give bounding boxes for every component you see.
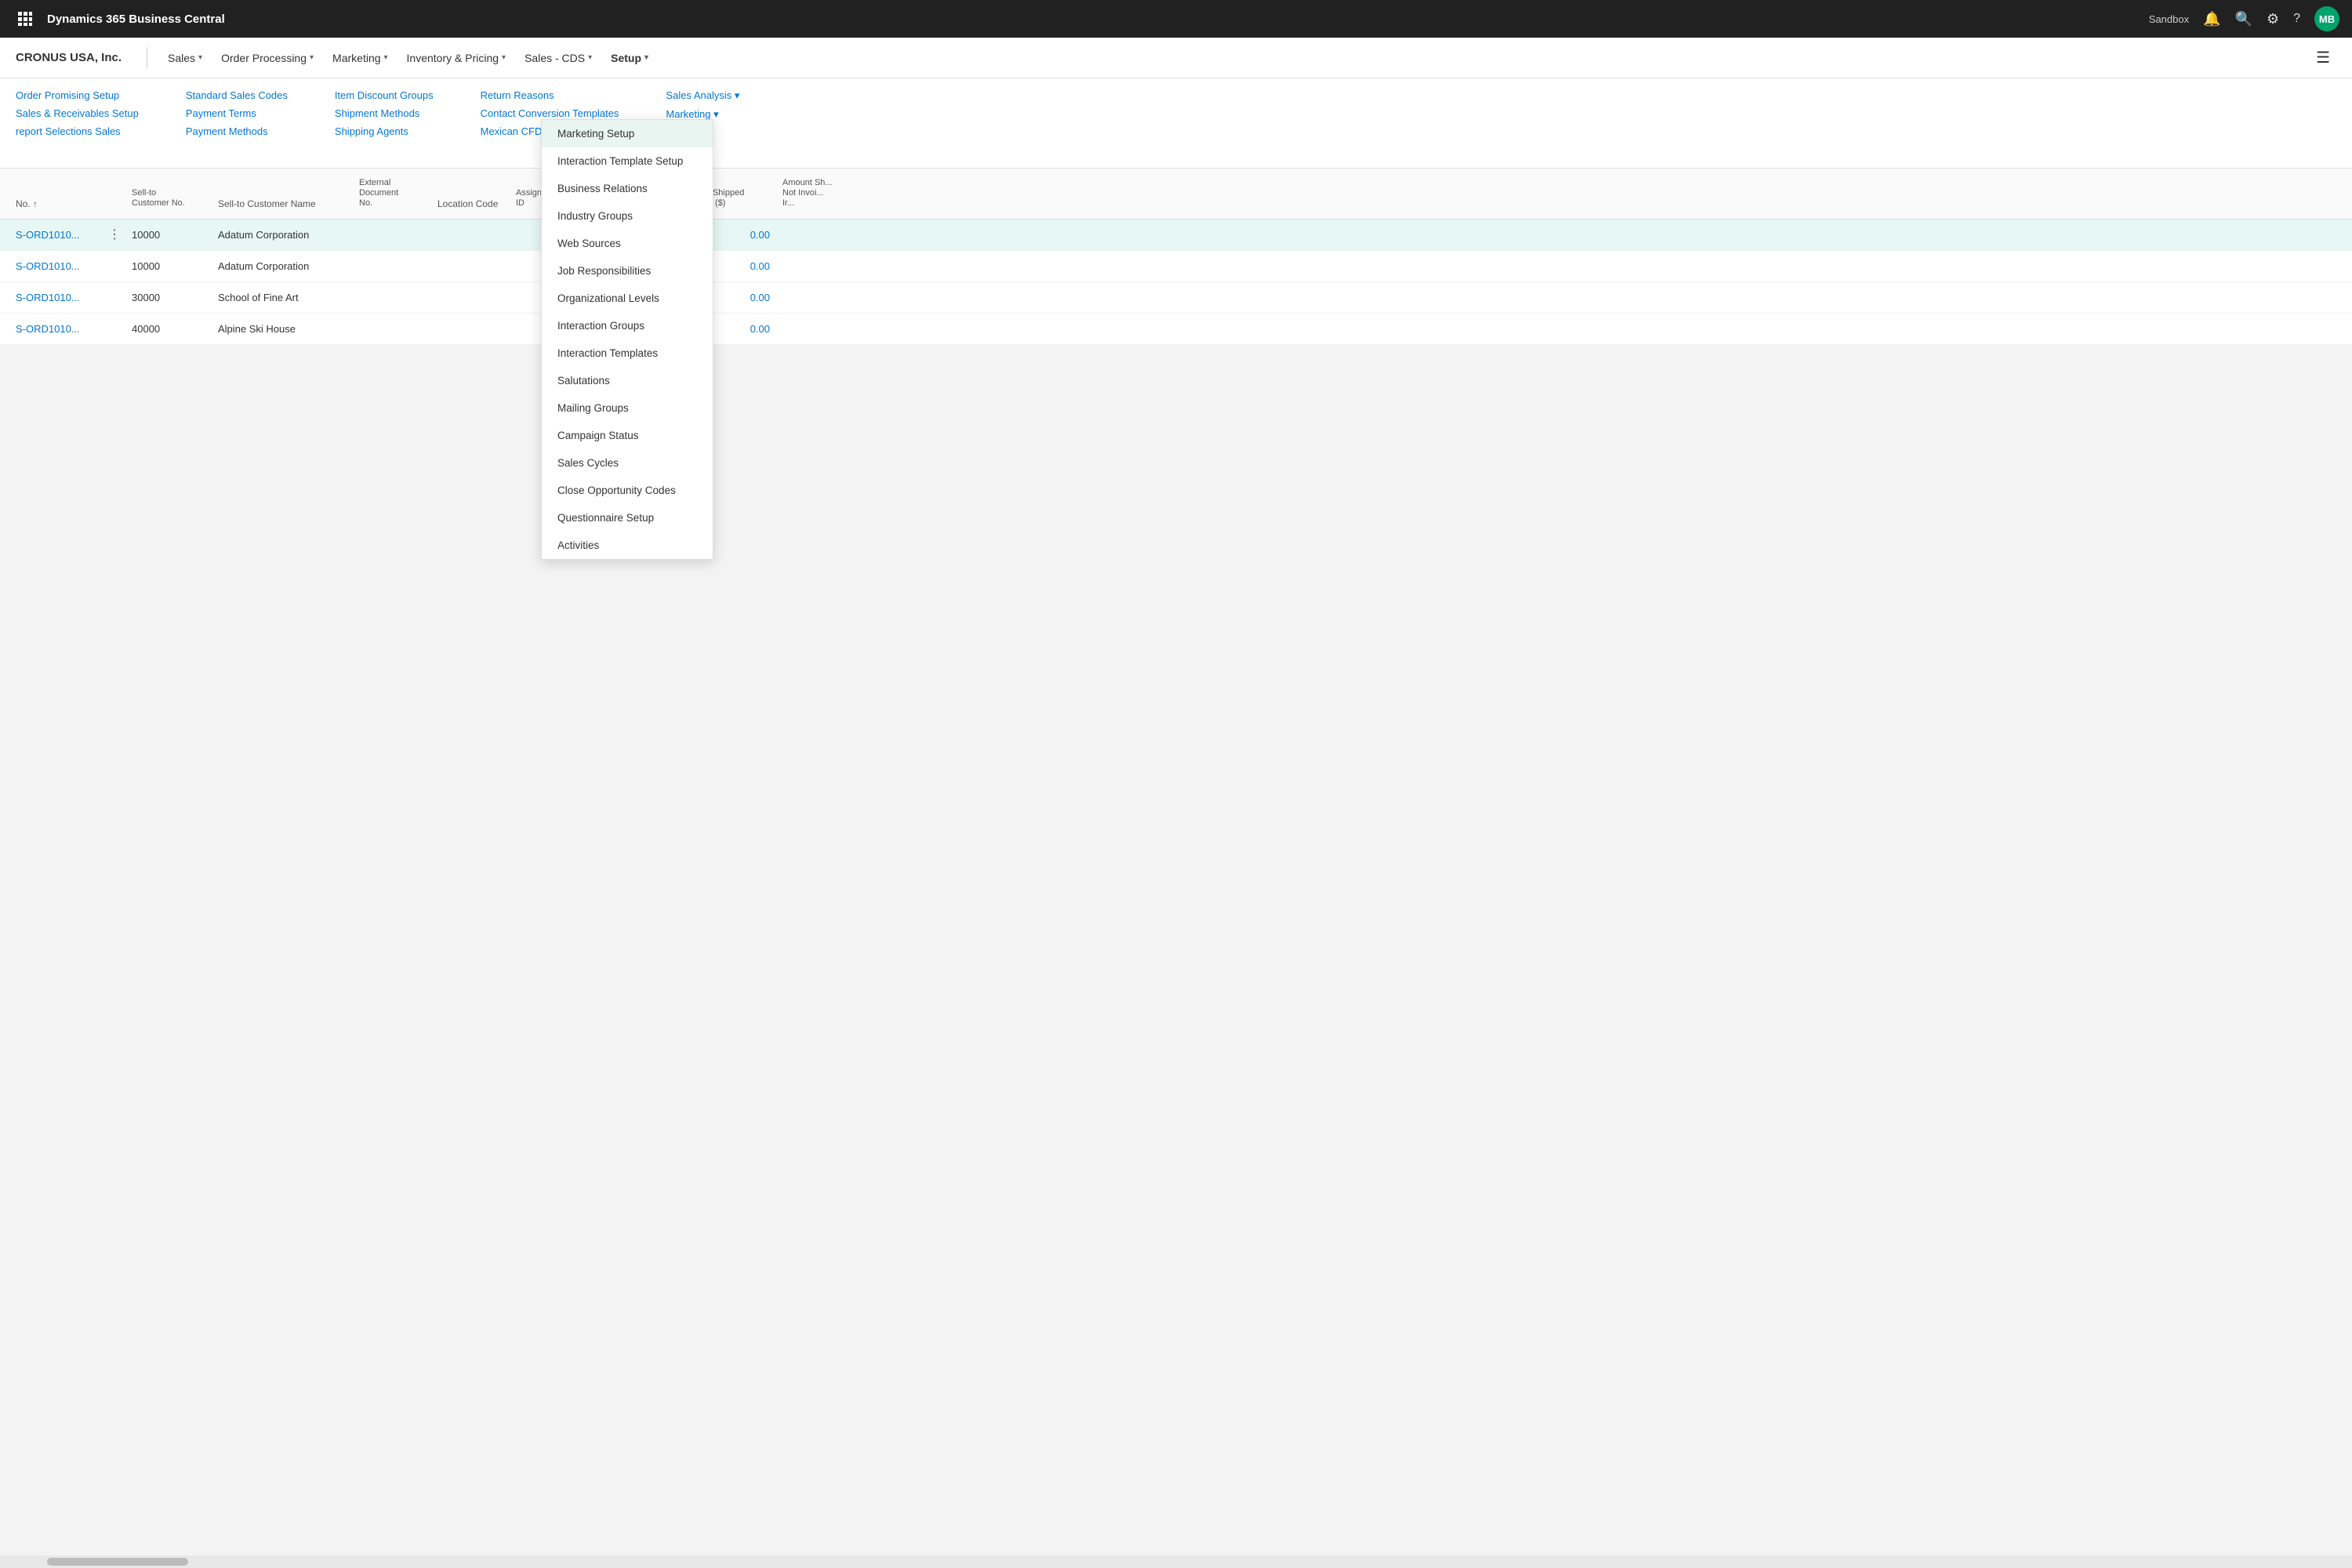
col-header-ext-doc[interactable]: ExternalDocumentNo. (353, 175, 431, 212)
order-no[interactable]: S-ORD1010... (9, 323, 103, 335)
sell-to-no: 10000 (125, 260, 212, 272)
col-header-loc-code[interactable]: Location Code (431, 195, 510, 212)
customer-name: Adatum Corporation (212, 260, 353, 272)
order-no[interactable]: S-ORD1010... (9, 292, 103, 303)
table-header: No. ↑ Sell-toCustomer No. Sell-to Custom… (0, 169, 2352, 220)
customer-name: School of Fine Art (212, 292, 353, 303)
link-standard-sales-codes[interactable]: Standard Sales Codes (186, 89, 288, 101)
secondary-nav: CRONUS USA, Inc. Sales ▾ Order Processin… (0, 38, 2352, 78)
nav-order-processing[interactable]: Order Processing ▾ (213, 49, 321, 67)
chevron-down-icon: ▾ (644, 53, 648, 62)
link-sales-analysis[interactable]: Sales Analysis ▾ (666, 89, 739, 102)
link-report-selections-sales[interactable]: report Selections Sales (16, 125, 139, 137)
user-avatar[interactable]: MB (2314, 6, 2339, 31)
link-return-reasons[interactable]: Return Reasons (481, 89, 619, 101)
link-payment-methods[interactable]: Payment Methods (186, 125, 288, 137)
sell-to-no: 10000 (125, 229, 212, 241)
order-no[interactable]: S-ORD1010... (9, 229, 103, 241)
chevron-down-icon: ▾ (588, 53, 592, 62)
mega-menu: Order Promising Setup Sales & Receivable… (0, 78, 2352, 169)
notification-icon[interactable]: 🔔 (2203, 11, 2220, 27)
col-header-amount-not-inv[interactable]: Amount Sh...Not Invoi...Ir... (776, 175, 878, 212)
table-row[interactable]: S-ORD1010... 30000 School of Fine Art 4/… (0, 282, 2352, 314)
dropdown-item-interaction-groups[interactable]: Interaction Groups (542, 312, 713, 339)
search-icon[interactable]: 🔍 (2235, 11, 2252, 27)
sell-to-no: 40000 (125, 323, 212, 335)
dropdown-item-salutations[interactable]: Salutations (542, 367, 713, 394)
dropdown-item-web-sources[interactable]: Web Sources (542, 230, 713, 257)
link-contact-conversion-templates[interactable]: Contact Conversion Templates (481, 107, 619, 119)
scrollbar-thumb[interactable] (47, 1558, 188, 1566)
link-shipment-methods[interactable]: Shipment Methods (335, 107, 434, 119)
dropdown-item-sales-cycles[interactable]: Sales Cycles (542, 449, 713, 477)
waffle-icon[interactable] (13, 6, 38, 31)
col-header-sell-to-no[interactable]: Sell-toCustomer No. (125, 185, 212, 212)
orders-table: No. ↑ Sell-toCustomer No. Sell-to Custom… (0, 169, 2352, 345)
dropdown-item-interaction-template-setup[interactable]: Interaction Template Setup (542, 147, 713, 175)
order-no[interactable]: S-ORD1010... (9, 260, 103, 272)
chevron-down-icon: ▾ (502, 53, 506, 62)
sell-to-no: 30000 (125, 292, 212, 303)
table-row[interactable]: S-ORD1010... ⋮ 10000 Adatum Corporation … (0, 220, 2352, 251)
dropdown-item-marketing-setup[interactable]: Marketing Setup (542, 120, 713, 147)
link-payment-terms[interactable]: Payment Terms (186, 107, 288, 119)
col-header-no[interactable]: No. ↑ (9, 195, 103, 212)
nav-hamburger-icon[interactable]: ☰ (2310, 45, 2336, 71)
table-row[interactable]: S-ORD1010... 40000 Alpine Ski House 5/13… (0, 314, 2352, 345)
col-header-actions (103, 206, 125, 212)
dropdown-item-job-responsibilities[interactable]: Job Responsibilities (542, 257, 713, 285)
mega-menu-col-1: Order Promising Setup Sales & Receivable… (16, 89, 139, 157)
row-context-menu[interactable]: ⋮ (103, 227, 125, 242)
nav-inventory-pricing[interactable]: Inventory & Pricing ▾ (399, 49, 514, 67)
table-row[interactable]: S-ORD1010... 10000 Adatum Corporation 5/… (0, 251, 2352, 282)
company-name: CRONUS USA, Inc. (16, 51, 122, 64)
nav-setup[interactable]: Setup ▾ (603, 49, 656, 67)
nav-marketing[interactable]: Marketing ▾ (325, 49, 396, 67)
app-title: Dynamics 365 Business Central (47, 13, 2149, 26)
link-order-promising-setup[interactable]: Order Promising Setup (16, 89, 139, 101)
top-bar: Dynamics 365 Business Central Sandbox 🔔 … (0, 0, 2352, 38)
top-bar-actions: Sandbox 🔔 🔍 ⚙ ? MB (2149, 6, 2339, 31)
marketing-dropdown: Marketing SetupInteraction Template Setu… (541, 119, 713, 560)
dropdown-item-mailing-groups[interactable]: Mailing Groups (542, 394, 713, 422)
dropdown-item-questionnaire-setup[interactable]: Questionnaire Setup (542, 504, 713, 532)
nav-sales[interactable]: Sales ▾ (160, 49, 210, 67)
horizontal-scrollbar[interactable] (0, 1555, 2352, 1568)
nav-sales-cds[interactable]: Sales - CDS ▾ (517, 49, 600, 67)
dropdown-item-organizational-levels[interactable]: Organizational Levels (542, 285, 713, 312)
dropdown-item-campaign-status[interactable]: Campaign Status (542, 422, 713, 449)
link-item-discount-groups[interactable]: Item Discount Groups (335, 89, 434, 101)
chevron-down-icon: ▾ (310, 53, 314, 62)
dropdown-item-close-opportunity-codes[interactable]: Close Opportunity Codes (542, 477, 713, 504)
dropdown-item-interaction-templates[interactable]: Interaction Templates (542, 339, 713, 367)
dropdown-item-industry-groups[interactable]: Industry Groups (542, 202, 713, 230)
chevron-down-icon: ▾ (198, 53, 202, 62)
help-icon[interactable]: ? (2293, 12, 2300, 26)
customer-name: Alpine Ski House (212, 323, 353, 335)
mega-menu-col-3: Item Discount Groups Shipment Methods Sh… (335, 89, 434, 157)
dropdown-item-business-relations[interactable]: Business Relations (542, 175, 713, 202)
col-header-customer-name[interactable]: Sell-to Customer Name (212, 195, 353, 212)
customer-name: Adatum Corporation (212, 229, 353, 241)
link-shipping-agents[interactable]: Shipping Agents (335, 125, 434, 137)
chevron-down-icon: ▾ (384, 53, 388, 62)
dropdown-item-activities[interactable]: Activities (542, 532, 713, 559)
sandbox-label: Sandbox (2149, 13, 2189, 25)
settings-icon[interactable]: ⚙ (2267, 11, 2279, 27)
mega-menu-col-2: Standard Sales Codes Payment Terms Payme… (186, 89, 288, 157)
link-sales-receivables-setup[interactable]: Sales & Receivables Setup (16, 107, 139, 119)
